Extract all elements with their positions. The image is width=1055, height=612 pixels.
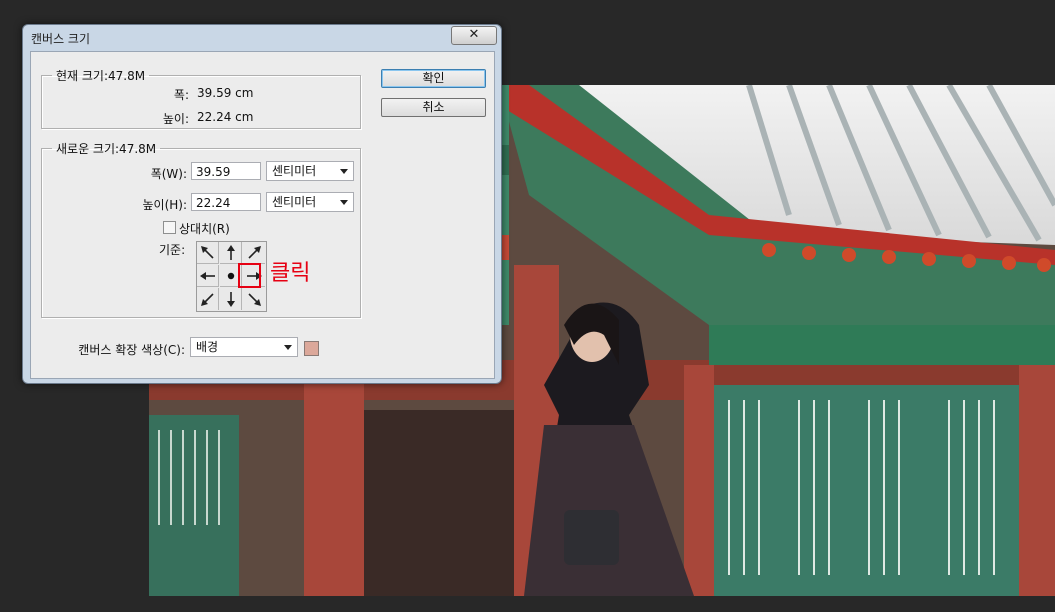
current-height-label: 높이: <box>162 112 189 126</box>
height-unit-select[interactable]: 센티미터 <box>266 192 354 212</box>
arrow-up-left-icon <box>201 246 214 259</box>
extension-color-swatch[interactable] <box>304 341 319 356</box>
dialog-content: 현재 크기:47.8M 폭: 39.59 cm 높이: 22.24 cm 확인 … <box>30 51 495 379</box>
height-unit-value: 센티미터 <box>272 195 317 209</box>
new-width-label: 폭(W): <box>150 167 187 181</box>
chevron-down-icon <box>340 200 348 205</box>
extension-color-label: 캔버스 확장 색상(C): <box>78 343 185 357</box>
width-unit-value: 센티미터 <box>272 164 317 178</box>
new-height-label: 높이(H): <box>142 198 187 212</box>
click-highlight-box <box>238 263 261 288</box>
close-icon: ✕ <box>468 27 480 42</box>
anchor-top-left[interactable] <box>197 242 219 264</box>
anchor-left[interactable] <box>197 265 219 287</box>
arrow-left-icon <box>200 272 215 280</box>
current-width-value: 39.59 cm <box>197 86 254 100</box>
arrow-down-right-icon <box>248 293 261 306</box>
relative-label: 상대치(R) <box>179 222 230 236</box>
chevron-down-icon <box>340 169 348 174</box>
dialog-title: 캔버스 크기 <box>31 32 91 46</box>
anchor-top-right[interactable] <box>243 242 265 264</box>
anchor-bottom[interactable] <box>220 288 242 310</box>
arrow-down-icon <box>227 292 235 307</box>
arrow-up-icon <box>227 245 235 260</box>
close-button[interactable]: ✕ <box>451 26 497 45</box>
anchor-bottom-left[interactable] <box>197 288 219 310</box>
chevron-down-icon <box>284 345 292 350</box>
relative-checkbox[interactable] <box>163 221 176 234</box>
extension-color-value: 배경 <box>196 340 219 354</box>
arrow-up-right-icon <box>248 246 261 259</box>
anchor-label: 기준: <box>159 243 186 257</box>
current-size-legend: 현재 크기:47.8M <box>56 69 146 83</box>
click-annotation: 클릭 <box>270 261 311 286</box>
dialog-titlebar[interactable]: 캔버스 크기 ✕ <box>23 25 501 49</box>
width-input[interactable]: 39.59 <box>191 162 261 180</box>
height-input[interactable]: 22.24 <box>191 193 261 211</box>
arrow-down-left-icon <box>201 293 214 306</box>
cancel-button[interactable]: 취소 <box>381 98 486 117</box>
extension-color-select[interactable]: 배경 <box>190 337 298 357</box>
anchor-top[interactable] <box>220 242 242 264</box>
width-unit-select[interactable]: 센티미터 <box>266 161 354 181</box>
current-width-label: 폭: <box>173 88 189 102</box>
canvas-size-dialog: 캔버스 크기 ✕ 현재 크기:47.8M 폭: 39.59 cm 높이: 22.… <box>22 24 502 384</box>
ok-button[interactable]: 확인 <box>381 69 486 88</box>
new-size-legend: 새로운 크기:47.8M <box>56 142 157 156</box>
anchor-bottom-right[interactable] <box>243 288 265 310</box>
current-height-value: 22.24 cm <box>197 110 254 124</box>
